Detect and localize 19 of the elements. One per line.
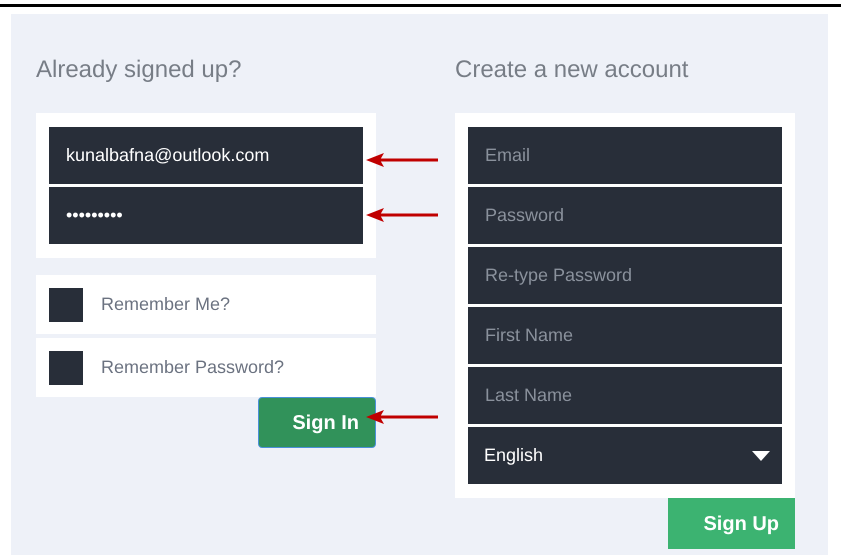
language-select[interactable]: English xyxy=(468,427,782,484)
input-field[interactable]: Re-type Password xyxy=(468,247,782,304)
option-label: Remember Password? xyxy=(101,356,284,379)
caret-icon xyxy=(752,450,770,460)
annotation-arrow xyxy=(366,409,438,425)
section-heading: Already signed up? xyxy=(36,55,242,85)
checkbox[interactable] xyxy=(49,350,83,384)
input-field[interactable]: Password xyxy=(468,187,782,244)
sign-in-button[interactable]: Sign In xyxy=(258,397,376,448)
input-field[interactable]: Last Name xyxy=(468,367,782,424)
input-field[interactable]: kunalbafna@outlook.com xyxy=(49,127,363,184)
annotation-arrow xyxy=(366,207,438,223)
input-field[interactable]: ••••••••• xyxy=(49,187,363,244)
input-field[interactable]: First Name xyxy=(468,307,782,364)
option-label: Remember Me? xyxy=(101,293,230,316)
input-field[interactable]: Email xyxy=(468,127,782,184)
checkbox[interactable] xyxy=(49,288,83,322)
annotation-arrow xyxy=(366,152,438,168)
section-heading: Create a new account xyxy=(455,55,690,85)
